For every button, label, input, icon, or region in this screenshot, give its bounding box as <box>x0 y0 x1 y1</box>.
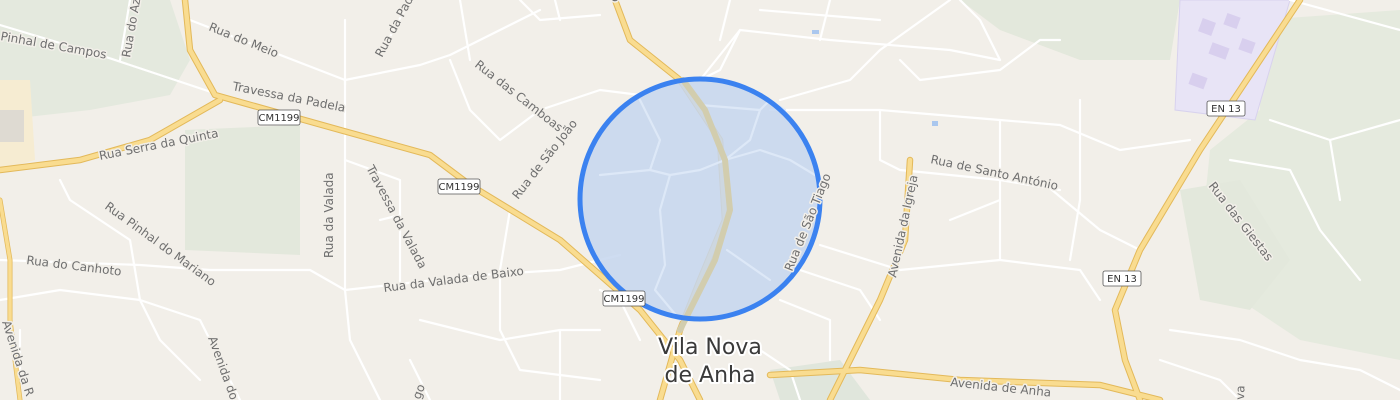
green-area <box>185 125 300 255</box>
svg-text:CM1199: CM1199 <box>438 182 479 193</box>
road-shield-en13-b: EN 13 <box>1102 270 1142 287</box>
street-label: Travessa da Padela <box>230 79 346 115</box>
street-label: Rua do Meio <box>207 20 281 61</box>
building <box>0 110 24 142</box>
street-label: Rua de Santo António <box>929 152 1059 193</box>
street-label: va <box>1233 385 1247 400</box>
green-area <box>960 0 1180 60</box>
map-view[interactable]: CM1199 CM1199 CM1199 EN 13 EN 13 Pinhal … <box>0 0 1400 400</box>
place-label-line2: de Anha <box>665 363 756 388</box>
street-label: Rua de São João <box>509 117 580 202</box>
street-label: eal <box>607 0 622 2</box>
street-label: Rua do Canhoto <box>26 253 123 279</box>
road-shield-cm1199-b: CM1199 <box>437 178 481 195</box>
svg-text:EN 13: EN 13 <box>1107 274 1137 285</box>
place-label-line1: Vila Nova <box>658 335 762 360</box>
street-label: Rua da Valada de Baixo <box>383 264 525 295</box>
street-label: Avenida da Igreja <box>885 174 920 279</box>
street-label: go <box>410 382 428 400</box>
svg-text:CM1199: CM1199 <box>603 294 644 305</box>
svg-text:EN 13: EN 13 <box>1211 104 1241 115</box>
road-shield-cm1199-a: CM1199 <box>257 109 301 126</box>
svg-text:CM1199: CM1199 <box>258 113 299 124</box>
water-marker <box>812 30 819 34</box>
road-shield-cm1199-c: CM1199 <box>602 290 646 307</box>
map-canvas[interactable]: CM1199 CM1199 CM1199 EN 13 EN 13 Pinhal … <box>0 0 1400 400</box>
street-label: Avenida do <box>205 334 241 400</box>
street-label: Rua da Valada <box>322 172 336 258</box>
street-label: Rua da Padela <box>372 0 424 59</box>
water-marker <box>932 121 938 126</box>
road-shield-en13-a: EN 13 <box>1206 100 1246 117</box>
street-label: Rua das Camboas <box>472 57 565 134</box>
